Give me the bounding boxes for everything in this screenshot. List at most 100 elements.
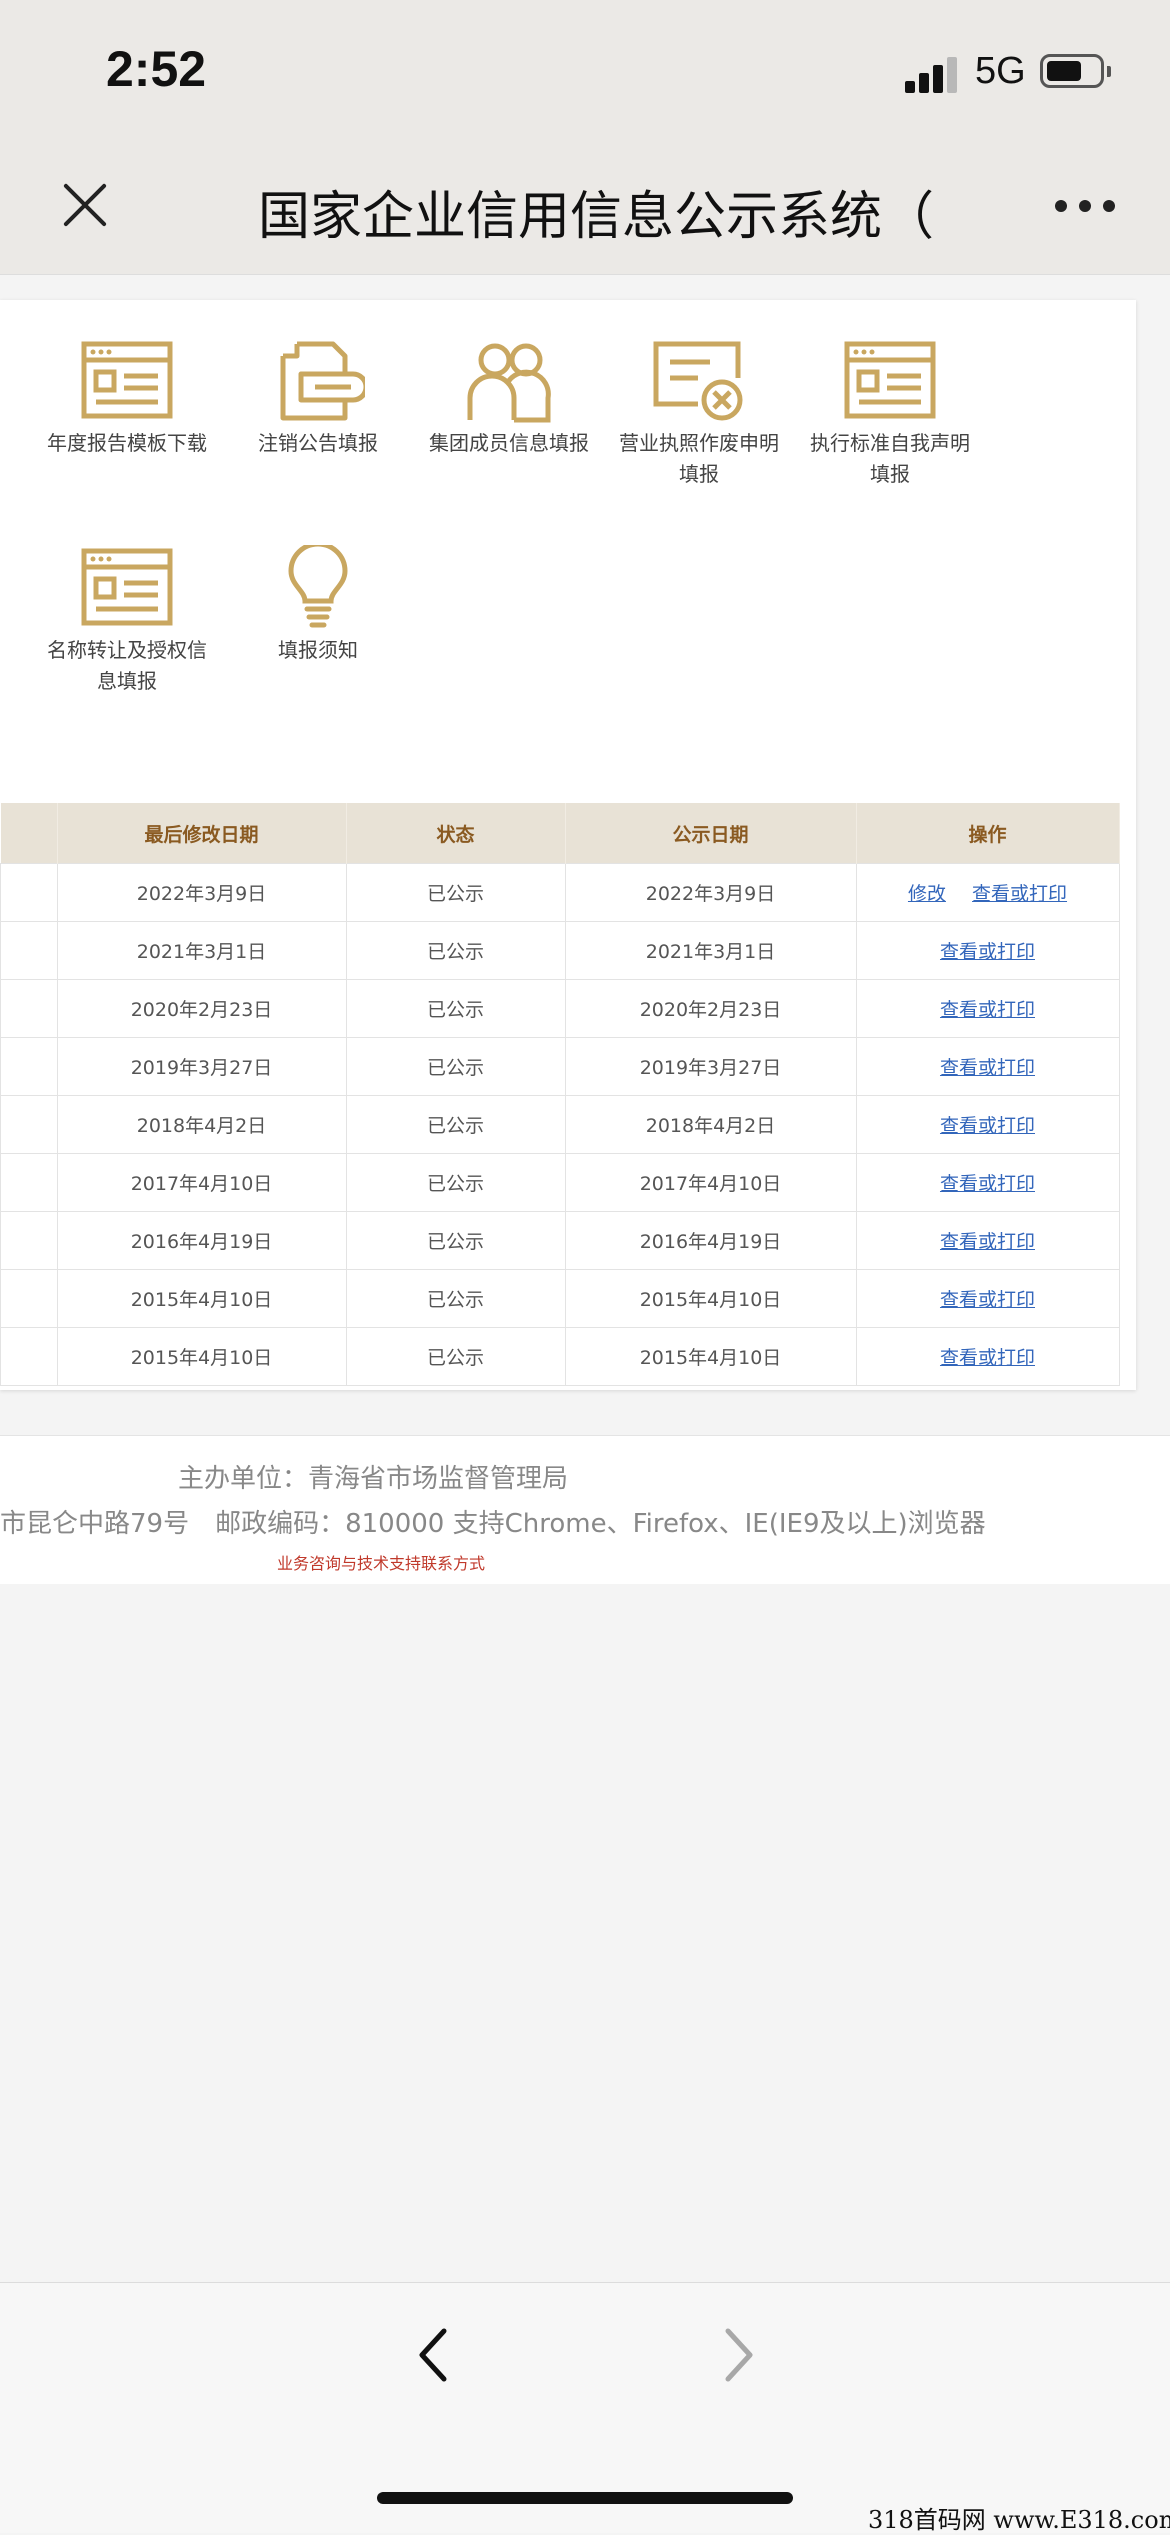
table-cell-clipped xyxy=(0,921,58,980)
table-cell-published-date: 2017年4月10日 xyxy=(564,1153,857,1212)
table-cell-published-date: 2018年4月2日 xyxy=(564,1095,857,1154)
more-options-button[interactable] xyxy=(1055,200,1115,214)
table-row: 2018年4月2日 已公示 2018年4月2日 查看或打印 xyxy=(0,1095,1120,1154)
view-print-link[interactable]: 查看或打印 xyxy=(940,1231,1035,1253)
home-indicator[interactable] xyxy=(377,2492,793,2504)
table-cell-modified-date: 2018年4月2日 xyxy=(56,1095,347,1154)
table-cell-actions: 查看或打印 xyxy=(855,979,1120,1038)
back-arrow-icon[interactable] xyxy=(410,2325,460,2385)
close-button[interactable] xyxy=(60,180,110,230)
footer-sponsor: 主办单位：青海省市场监督管理局 xyxy=(178,1464,569,1494)
page-title: 国家企业信用信息公示系统（ xyxy=(258,187,935,247)
table-cell-status: 已公示 xyxy=(345,1095,566,1154)
table-cell-actions: 查看或打印 xyxy=(855,1211,1120,1270)
table-cell-status: 已公示 xyxy=(345,863,566,922)
table-cell-published-date: 2020年2月23日 xyxy=(564,979,857,1038)
table-cell-published-date: 2015年4月10日 xyxy=(564,1269,857,1328)
table-cell-clipped xyxy=(0,863,58,922)
table-cell-published-date: 2015年4月10日 xyxy=(564,1327,857,1386)
icon-item-label: 注销公告填报 xyxy=(258,431,378,455)
table-cell-modified-date: 2019年3月27日 xyxy=(56,1037,347,1096)
group-members-icon xyxy=(467,343,551,423)
icon-item-label: 集团成员信息填报 xyxy=(429,431,589,455)
table-cell-modified-date: 2017年4月10日 xyxy=(56,1153,347,1212)
icon-item-annual-report-template[interactable]: 年度报告模板下载 xyxy=(42,338,212,459)
cellular-signal-icon xyxy=(905,55,961,93)
table-row: 2020年2月23日 已公示 2020年2月23日 查看或打印 xyxy=(0,979,1120,1038)
table-cell-clipped xyxy=(0,1037,58,1096)
table-cell-clipped xyxy=(0,1211,58,1270)
license-void-icon xyxy=(653,341,743,421)
table-row: 2015年4月10日 已公示 2015年4月10日 查看或打印 xyxy=(0,1327,1120,1386)
table-cell-status: 已公示 xyxy=(345,1211,566,1270)
table-row: 2019年3月27日 已公示 2019年3月27日 查看或打印 xyxy=(0,1037,1120,1096)
cancellation-notice-icon xyxy=(280,341,365,421)
table-cell-clipped xyxy=(0,979,58,1038)
icon-item-name-transfer[interactable]: 名称转让及授权信息填报 xyxy=(42,545,212,697)
battery-icon xyxy=(1040,54,1111,88)
table-cell-modified-date: 2015年4月10日 xyxy=(56,1327,347,1386)
icon-item-label: 营业执照作废申明填报 xyxy=(619,431,779,486)
table-cell-published-date: 2016年4月19日 xyxy=(564,1211,857,1270)
table-cell-clipped xyxy=(0,1153,58,1212)
standard-declaration-icon xyxy=(844,341,936,419)
icon-item-group-members[interactable]: 集团成员信息填报 xyxy=(424,338,594,459)
footer-address: 市昆仑中路79号 邮政编码：810000 支持Chrome、Firefox、IE… xyxy=(0,1509,986,1539)
table-cell-modified-date: 2016年4月19日 xyxy=(56,1211,347,1270)
view-print-link[interactable]: 查看或打印 xyxy=(940,1173,1035,1195)
view-print-link[interactable]: 查看或打印 xyxy=(940,999,1035,1021)
table-row: 2021年3月1日 已公示 2021年3月1日 查看或打印 xyxy=(0,921,1120,980)
report-template-icon xyxy=(81,341,173,419)
table-header: 最后修改日期 xyxy=(57,803,347,864)
forward-arrow-icon[interactable] xyxy=(712,2325,762,2385)
table-row: 2016年4月19日 已公示 2016年4月19日 查看或打印 xyxy=(0,1211,1120,1270)
table-header-row: 最后修改日期 状态 公示日期 操作 xyxy=(0,803,1120,864)
name-transfer-icon xyxy=(81,548,173,626)
table-cell-actions: 查看或打印 xyxy=(855,1037,1120,1096)
icon-item-license-void[interactable]: 营业执照作废申明填报 xyxy=(614,338,784,490)
table-cell-modified-date: 2022年3月9日 xyxy=(56,863,347,922)
table-cell-clipped xyxy=(0,1269,58,1328)
table-header xyxy=(0,803,58,864)
view-print-link[interactable]: 查看或打印 xyxy=(940,1289,1035,1311)
icon-item-label: 年度报告模板下载 xyxy=(47,431,207,455)
table-cell-status: 已公示 xyxy=(345,1269,566,1328)
table-row: 2015年4月10日 已公示 2015年4月10日 查看或打印 xyxy=(0,1269,1120,1328)
table-cell-actions: 查看或打印 xyxy=(855,1327,1120,1386)
icon-item-label: 名称转让及授权信息填报 xyxy=(47,638,207,693)
table-cell-status: 已公示 xyxy=(345,1153,566,1212)
table-cell-actions: 修改 查看或打印 xyxy=(855,863,1120,922)
view-print-link[interactable]: 查看或打印 xyxy=(940,941,1035,963)
table-cell-status: 已公示 xyxy=(345,1037,566,1096)
edit-link[interactable]: 修改 xyxy=(908,883,946,905)
table-row: 2017年4月10日 已公示 2017年4月10日 查看或打印 xyxy=(0,1153,1120,1212)
table-cell-status: 已公示 xyxy=(345,979,566,1038)
lightbulb-icon xyxy=(288,545,348,628)
table-cell-published-date: 2021年3月1日 xyxy=(564,921,857,980)
table-cell-actions: 查看或打印 xyxy=(855,1095,1120,1154)
view-print-link[interactable]: 查看或打印 xyxy=(940,1057,1035,1079)
table-header: 公示日期 xyxy=(565,803,857,864)
icon-item-label: 执行标准自我声明填报 xyxy=(810,431,970,486)
network-type: 5G xyxy=(975,50,1026,92)
table-cell-actions: 查看或打印 xyxy=(855,1269,1120,1328)
view-print-link[interactable]: 查看或打印 xyxy=(940,1115,1035,1137)
footer-contact-link[interactable]: 业务咨询与技术支持联系方式 xyxy=(277,1550,485,1574)
icon-item-standard-declaration[interactable]: 执行标准自我声明填报 xyxy=(805,338,975,490)
table-row: 2022年3月9日 已公示 2022年3月9日 修改 查看或打印 xyxy=(0,863,1120,922)
icon-item-cancellation-notice[interactable]: 注销公告填报 xyxy=(233,338,403,459)
status-time: 2:52 xyxy=(106,41,207,97)
table-cell-clipped xyxy=(0,1095,58,1154)
table-header: 操作 xyxy=(856,803,1120,864)
table-cell-modified-date: 2015年4月10日 xyxy=(56,1269,347,1328)
annual-report-table: 最后修改日期 状态 公示日期 操作 2022年3月9日 已公示 2022年3月9… xyxy=(0,803,1120,1386)
view-print-link[interactable]: 查看或打印 xyxy=(940,1347,1035,1369)
table-cell-status: 已公示 xyxy=(345,921,566,980)
table-header: 状态 xyxy=(346,803,566,864)
view-print-link[interactable]: 查看或打印 xyxy=(972,883,1067,905)
watermark: 318首码网 www.E318.com xyxy=(868,2506,1170,2534)
icon-item-filing-notice[interactable]: 填报须知 xyxy=(233,545,403,666)
main-card: 年度报告模板下载 注销公告填报 集团成员信息填报 营业执照作废申明填报 执行标准… xyxy=(0,300,1136,1390)
table-cell-published-date: 2019年3月27日 xyxy=(564,1037,857,1096)
table-cell-status: 已公示 xyxy=(345,1327,566,1386)
